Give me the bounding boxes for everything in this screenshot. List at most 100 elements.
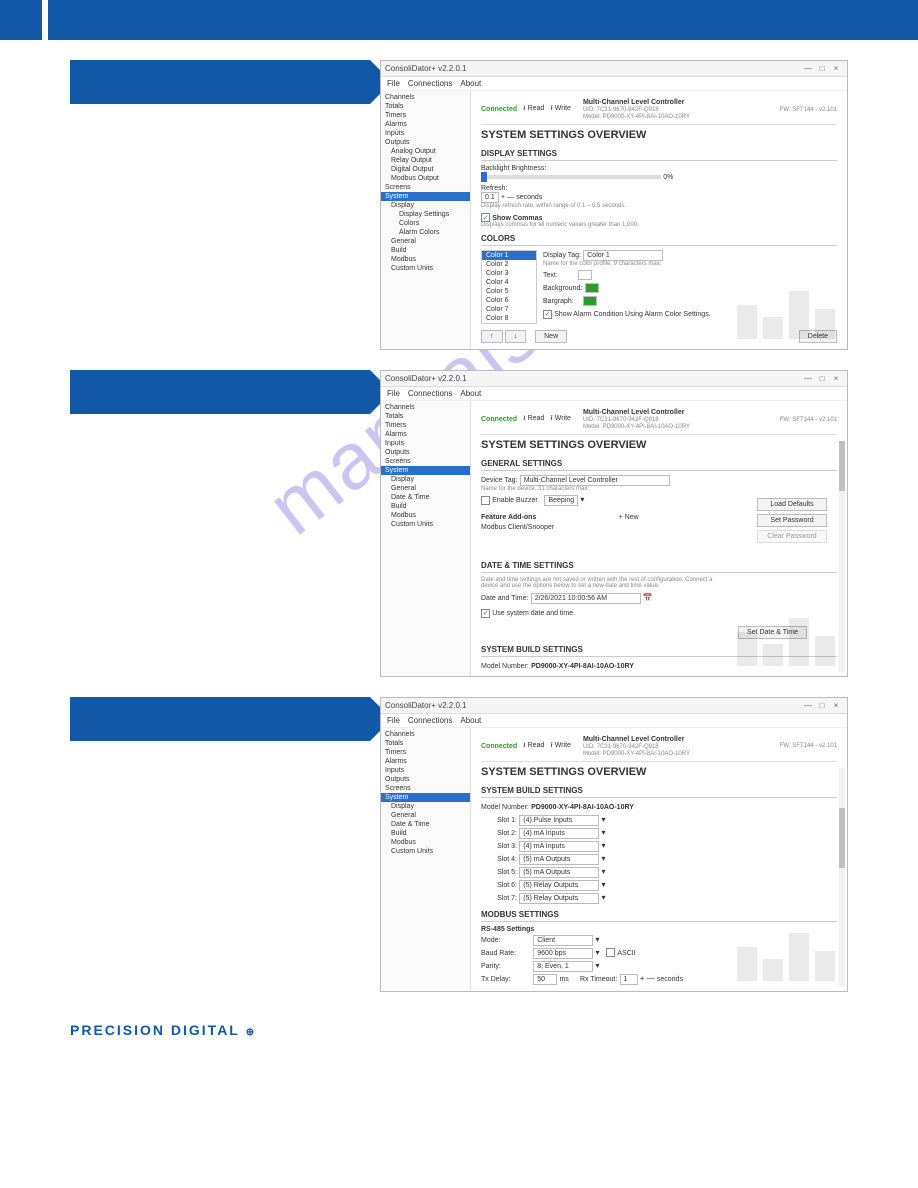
mode-select[interactable]: Client bbox=[533, 935, 593, 946]
tree-modbus[interactable]: Modbus bbox=[381, 255, 470, 264]
tree-totals[interactable]: Totals bbox=[381, 412, 470, 421]
bg-color-swatch[interactable] bbox=[585, 283, 599, 293]
tree-channels[interactable]: Channels bbox=[381, 403, 470, 412]
nav-tree[interactable]: Channels Totals Timers Alarms Inputs Out… bbox=[381, 401, 471, 675]
tree-build[interactable]: Build bbox=[381, 829, 470, 838]
color-list[interactable]: Color 1 Color 2 Color 3 Color 4 Color 5 … bbox=[481, 250, 537, 324]
tree-build[interactable]: Build bbox=[381, 246, 470, 255]
tree-alarms[interactable]: Alarms bbox=[381, 757, 470, 766]
scrollbar[interactable] bbox=[839, 768, 845, 987]
write-button[interactable]: Write bbox=[555, 742, 571, 749]
tree-analog-output[interactable]: Analog Output bbox=[381, 147, 470, 156]
tree-general[interactable]: General bbox=[381, 811, 470, 820]
slot-select[interactable]: (4) mA Inputs bbox=[519, 841, 599, 852]
enable-buzzer-checkbox[interactable] bbox=[481, 496, 490, 505]
maximize-icon[interactable]: □ bbox=[815, 701, 829, 710]
color-item[interactable]: Color 1 bbox=[482, 251, 536, 260]
tree-modbus-output[interactable]: Modbus Output bbox=[381, 174, 470, 183]
color-item[interactable]: Color 7 bbox=[482, 305, 536, 314]
alarm-condition-checkbox[interactable]: ✓ bbox=[543, 310, 552, 319]
tree-system[interactable]: System bbox=[381, 192, 470, 201]
parity-select[interactable]: 8, Even, 1 bbox=[533, 961, 593, 972]
tree-modbus[interactable]: Modbus bbox=[381, 511, 470, 520]
scrollbar[interactable] bbox=[839, 441, 845, 671]
menu-file[interactable]: File bbox=[387, 79, 400, 88]
menu-connections[interactable]: Connections bbox=[408, 389, 452, 398]
color-item[interactable]: Color 3 bbox=[482, 269, 536, 278]
move-down-button[interactable]: ↓ bbox=[505, 330, 527, 343]
text-color-swatch[interactable] bbox=[578, 270, 592, 280]
maximize-icon[interactable]: □ bbox=[815, 64, 829, 73]
tree-channels[interactable]: Channels bbox=[381, 730, 470, 739]
nav-tree[interactable]: Channels Totals Timers Alarms Inputs Out… bbox=[381, 728, 471, 991]
tree-alarms[interactable]: Alarms bbox=[381, 430, 470, 439]
tree-screens[interactable]: Screens bbox=[381, 183, 470, 192]
tree-timers[interactable]: Timers bbox=[381, 421, 470, 430]
tree-inputs[interactable]: Inputs bbox=[381, 766, 470, 775]
write-button[interactable]: Write bbox=[555, 415, 571, 422]
tree-display[interactable]: Display bbox=[381, 475, 470, 484]
menu-connections[interactable]: Connections bbox=[408, 79, 452, 88]
tree-inputs[interactable]: Inputs bbox=[381, 129, 470, 138]
tree-outputs[interactable]: Outputs bbox=[381, 448, 470, 457]
tree-custom-units[interactable]: Custom Units bbox=[381, 264, 470, 273]
menu-about[interactable]: About bbox=[460, 716, 481, 725]
tree-totals[interactable]: Totals bbox=[381, 102, 470, 111]
read-button[interactable]: Read bbox=[528, 415, 545, 422]
ascii-checkbox[interactable] bbox=[606, 948, 615, 957]
maximize-icon[interactable]: □ bbox=[815, 374, 829, 383]
tree-timers[interactable]: Timers bbox=[381, 748, 470, 757]
color-item[interactable]: Color 5 bbox=[482, 287, 536, 296]
close-icon[interactable]: × bbox=[829, 701, 843, 710]
tree-screens[interactable]: Screens bbox=[381, 784, 470, 793]
device-tag-input[interactable]: Multi-Channel Level Controller bbox=[520, 475, 670, 486]
tree-alarms[interactable]: Alarms bbox=[381, 120, 470, 129]
set-password-button[interactable]: Set Password bbox=[757, 514, 827, 527]
buzzer-mode-select[interactable]: Beeping bbox=[544, 495, 578, 506]
slot-select[interactable]: (5) mA Outputs bbox=[519, 854, 599, 865]
tree-datetime[interactable]: Date & Time bbox=[381, 820, 470, 829]
color-item[interactable]: Color 6 bbox=[482, 296, 536, 305]
tree-channels[interactable]: Channels bbox=[381, 93, 470, 102]
read-button[interactable]: Read bbox=[528, 105, 545, 112]
minimize-icon[interactable]: — bbox=[801, 701, 815, 710]
tree-general[interactable]: General bbox=[381, 237, 470, 246]
show-commas-checkbox[interactable]: ✓ bbox=[481, 213, 490, 222]
nav-tree[interactable]: Channels Totals Timers Alarms Inputs Out… bbox=[381, 91, 471, 349]
tree-relay-output[interactable]: Relay Output bbox=[381, 156, 470, 165]
load-defaults-button[interactable]: Load Defaults bbox=[757, 498, 827, 511]
tree-timers[interactable]: Timers bbox=[381, 111, 470, 120]
color-item[interactable]: Color 2 bbox=[482, 260, 536, 269]
tree-digital-output[interactable]: Digital Output bbox=[381, 165, 470, 174]
txdelay-input[interactable]: 50 bbox=[533, 974, 557, 985]
tree-custom-units[interactable]: Custom Units bbox=[381, 847, 470, 856]
menu-about[interactable]: About bbox=[460, 79, 481, 88]
slot-select[interactable]: (5) Relay Outputs bbox=[519, 880, 599, 891]
tree-outputs[interactable]: Outputs bbox=[381, 138, 470, 147]
menu-file[interactable]: File bbox=[387, 389, 400, 398]
slot-select[interactable]: (4) mA Inputs bbox=[519, 828, 599, 839]
tree-screens[interactable]: Screens bbox=[381, 457, 470, 466]
rxtimeout-input[interactable]: 1 bbox=[620, 974, 638, 985]
tree-totals[interactable]: Totals bbox=[381, 739, 470, 748]
tree-datetime[interactable]: Date & Time bbox=[381, 493, 470, 502]
tree-build[interactable]: Build bbox=[381, 502, 470, 511]
move-up-button[interactable]: ↑ bbox=[481, 330, 503, 343]
tree-display-settings[interactable]: Display Settings bbox=[381, 210, 470, 219]
new-button[interactable]: New bbox=[535, 330, 567, 343]
minimize-icon[interactable]: — bbox=[801, 64, 815, 73]
menu-connections[interactable]: Connections bbox=[408, 716, 452, 725]
clear-password-button[interactable]: Clear Password bbox=[757, 530, 827, 543]
tree-display[interactable]: Display bbox=[381, 802, 470, 811]
display-tag-input[interactable]: Color 1 bbox=[583, 250, 663, 261]
slot-select[interactable]: (5) mA Outputs bbox=[519, 867, 599, 878]
close-icon[interactable]: × bbox=[829, 64, 843, 73]
minimize-icon[interactable]: — bbox=[801, 374, 815, 383]
bargraph-color-swatch[interactable] bbox=[583, 296, 597, 306]
tree-system[interactable]: System bbox=[381, 793, 470, 802]
tree-general[interactable]: General bbox=[381, 484, 470, 493]
slot-select[interactable]: (4) Pulse Inputs bbox=[519, 815, 599, 826]
tree-colors[interactable]: Colors bbox=[381, 219, 470, 228]
close-icon[interactable]: × bbox=[829, 374, 843, 383]
read-button[interactable]: Read bbox=[528, 742, 545, 749]
